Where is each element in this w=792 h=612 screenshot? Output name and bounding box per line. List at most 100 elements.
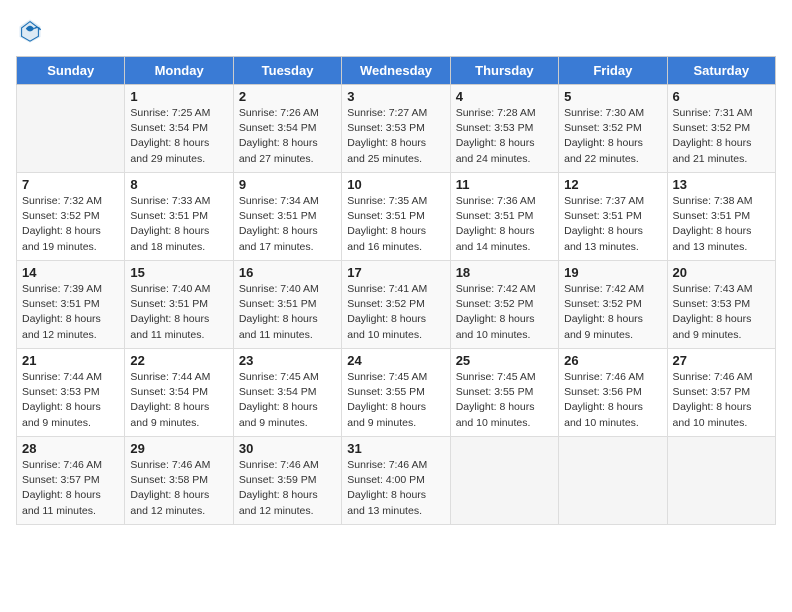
calendar-cell: 15Sunrise: 7:40 AMSunset: 3:51 PMDayligh…	[125, 261, 233, 349]
calendar-cell: 24 Sunrise: 7:45 AMSunset: 3:55 PMDayligh…	[342, 349, 450, 437]
day-of-week-header: Saturday	[667, 57, 775, 85]
day-info: Sunrise: 7:46 AMSunset: 3:56 PMDaylight:…	[564, 370, 661, 431]
day-of-week-header: Tuesday	[233, 57, 341, 85]
day-info: Sunrise: 7:37 AMSunset: 3:51 PMDaylight:…	[564, 194, 661, 255]
day-number: 18	[456, 265, 553, 280]
day-number: 3	[347, 89, 444, 104]
calendar-cell: 3 Sunrise: 7:27 AMSunset: 3:53 PMDaylight…	[342, 85, 450, 173]
day-number: 4	[456, 89, 553, 104]
day-number: 6	[673, 89, 770, 104]
calendar-cell: 19 Sunrise: 7:42 AMSunset: 3:52 PMDayligh…	[559, 261, 667, 349]
day-number: 24	[347, 353, 444, 368]
calendar-cell: 27Sunrise: 7:46 AMSunset: 3:57 PMDayligh…	[667, 349, 775, 437]
calendar-week-row: 7 Sunrise: 7:32 AMSunset: 3:52 PMDaylight…	[17, 173, 776, 261]
day-number: 11	[456, 177, 553, 192]
day-of-week-header: Thursday	[450, 57, 558, 85]
logo-icon	[16, 16, 44, 44]
day-info: Sunrise: 7:45 AMSunset: 3:55 PMDaylight:…	[347, 370, 444, 431]
day-number: 22	[130, 353, 227, 368]
day-number: 15	[130, 265, 227, 280]
day-number: 26	[564, 353, 661, 368]
day-info: Sunrise: 7:31 AMSunset: 3:52 PMDaylight:…	[673, 106, 770, 167]
page-header	[16, 16, 776, 44]
day-info: Sunrise: 7:46 AMSunset: 4:00 PMDaylight:…	[347, 458, 444, 519]
calendar-cell: 8 Sunrise: 7:33 AMSunset: 3:51 PMDaylight…	[125, 173, 233, 261]
day-number: 31	[347, 441, 444, 456]
calendar-cell: 25 Sunrise: 7:45 AMSunset: 3:55 PMDayligh…	[450, 349, 558, 437]
day-info: Sunrise: 7:34 AMSunset: 3:51 PMDaylight:…	[239, 194, 336, 255]
day-number: 12	[564, 177, 661, 192]
day-number: 17	[347, 265, 444, 280]
day-info: Sunrise: 7:30 AMSunset: 3:52 PMDaylight:…	[564, 106, 661, 167]
day-of-week-header: Friday	[559, 57, 667, 85]
day-number: 25	[456, 353, 553, 368]
day-info: Sunrise: 7:33 AMSunset: 3:51 PMDaylight:…	[130, 194, 227, 255]
calendar-cell	[17, 85, 125, 173]
day-number: 14	[22, 265, 119, 280]
day-info: Sunrise: 7:45 AMSunset: 3:55 PMDaylight:…	[456, 370, 553, 431]
day-info: Sunrise: 7:44 AMSunset: 3:53 PMDaylight:…	[22, 370, 119, 431]
day-number: 19	[564, 265, 661, 280]
day-of-week-header: Wednesday	[342, 57, 450, 85]
day-of-week-header: Monday	[125, 57, 233, 85]
day-info: Sunrise: 7:40 AMSunset: 3:51 PMDaylight:…	[239, 282, 336, 343]
calendar-cell	[667, 437, 775, 525]
calendar-cell: 14 Sunrise: 7:39 AMSunset: 3:51 PMDayligh…	[17, 261, 125, 349]
day-number: 29	[130, 441, 227, 456]
calendar-header-row: SundayMondayTuesdayWednesdayThursdayFrid…	[17, 57, 776, 85]
day-info: Sunrise: 7:25 AMSunset: 3:54 PMDaylight:…	[130, 106, 227, 167]
day-number: 9	[239, 177, 336, 192]
day-number: 1	[130, 89, 227, 104]
day-info: Sunrise: 7:36 AMSunset: 3:51 PMDaylight:…	[456, 194, 553, 255]
calendar-table: SundayMondayTuesdayWednesdayThursdayFrid…	[16, 56, 776, 525]
day-info: Sunrise: 7:46 AMSunset: 3:57 PMDaylight:…	[22, 458, 119, 519]
calendar-cell: 21Sunrise: 7:44 AMSunset: 3:53 PMDayligh…	[17, 349, 125, 437]
calendar-cell: 17 Sunrise: 7:41 AMSunset: 3:52 PMDayligh…	[342, 261, 450, 349]
calendar-cell: 9 Sunrise: 7:34 AMSunset: 3:51 PMDaylight…	[233, 173, 341, 261]
calendar-cell: 23 Sunrise: 7:45 AMSunset: 3:54 PMDayligh…	[233, 349, 341, 437]
day-number: 2	[239, 89, 336, 104]
day-info: Sunrise: 7:27 AMSunset: 3:53 PMDaylight:…	[347, 106, 444, 167]
calendar-cell: 12 Sunrise: 7:37 AMSunset: 3:51 PMDayligh…	[559, 173, 667, 261]
calendar-cell: 4 Sunrise: 7:28 AMSunset: 3:53 PMDaylight…	[450, 85, 558, 173]
day-of-week-header: Sunday	[17, 57, 125, 85]
calendar-cell: 10Sunrise: 7:35 AMSunset: 3:51 PMDayligh…	[342, 173, 450, 261]
day-info: Sunrise: 7:35 AMSunset: 3:51 PMDaylight:…	[347, 194, 444, 255]
calendar-cell: 5 Sunrise: 7:30 AMSunset: 3:52 PMDaylight…	[559, 85, 667, 173]
day-info: Sunrise: 7:43 AMSunset: 3:53 PMDaylight:…	[673, 282, 770, 343]
calendar-cell: 20Sunrise: 7:43 AMSunset: 3:53 PMDayligh…	[667, 261, 775, 349]
calendar-cell: 1 Sunrise: 7:25 AMSunset: 3:54 PMDaylight…	[125, 85, 233, 173]
day-info: Sunrise: 7:46 AMSunset: 3:57 PMDaylight:…	[673, 370, 770, 431]
day-number: 7	[22, 177, 119, 192]
calendar-cell: 2Sunrise: 7:26 AMSunset: 3:54 PMDaylight…	[233, 85, 341, 173]
calendar-cell: 26 Sunrise: 7:46 AMSunset: 3:56 PMDayligh…	[559, 349, 667, 437]
day-info: Sunrise: 7:44 AMSunset: 3:54 PMDaylight:…	[130, 370, 227, 431]
calendar-cell: 28 Sunrise: 7:46 AMSunset: 3:57 PMDayligh…	[17, 437, 125, 525]
day-info: Sunrise: 7:46 AMSunset: 3:58 PMDaylight:…	[130, 458, 227, 519]
calendar-cell: 18 Sunrise: 7:42 AMSunset: 3:52 PMDayligh…	[450, 261, 558, 349]
day-number: 28	[22, 441, 119, 456]
calendar-cell: 6 Sunrise: 7:31 AMSunset: 3:52 PMDaylight…	[667, 85, 775, 173]
day-info: Sunrise: 7:42 AMSunset: 3:52 PMDaylight:…	[456, 282, 553, 343]
calendar-cell: 31 Sunrise: 7:46 AMSunset: 4:00 PMDayligh…	[342, 437, 450, 525]
calendar-week-row: 28 Sunrise: 7:46 AMSunset: 3:57 PMDayligh…	[17, 437, 776, 525]
day-number: 16	[239, 265, 336, 280]
calendar-cell	[450, 437, 558, 525]
day-number: 13	[673, 177, 770, 192]
logo	[16, 16, 48, 44]
calendar-cell	[559, 437, 667, 525]
day-number: 8	[130, 177, 227, 192]
day-info: Sunrise: 7:46 AMSunset: 3:59 PMDaylight:…	[239, 458, 336, 519]
day-number: 23	[239, 353, 336, 368]
day-info: Sunrise: 7:39 AMSunset: 3:51 PMDaylight:…	[22, 282, 119, 343]
day-info: Sunrise: 7:45 AMSunset: 3:54 PMDaylight:…	[239, 370, 336, 431]
calendar-cell: 29 Sunrise: 7:46 AMSunset: 3:58 PMDayligh…	[125, 437, 233, 525]
calendar-cell: 7 Sunrise: 7:32 AMSunset: 3:52 PMDaylight…	[17, 173, 125, 261]
day-number: 5	[564, 89, 661, 104]
calendar-cell: 22 Sunrise: 7:44 AMSunset: 3:54 PMDayligh…	[125, 349, 233, 437]
day-info: Sunrise: 7:32 AMSunset: 3:52 PMDaylight:…	[22, 194, 119, 255]
day-info: Sunrise: 7:42 AMSunset: 3:52 PMDaylight:…	[564, 282, 661, 343]
day-info: Sunrise: 7:28 AMSunset: 3:53 PMDaylight:…	[456, 106, 553, 167]
day-number: 30	[239, 441, 336, 456]
day-info: Sunrise: 7:41 AMSunset: 3:52 PMDaylight:…	[347, 282, 444, 343]
